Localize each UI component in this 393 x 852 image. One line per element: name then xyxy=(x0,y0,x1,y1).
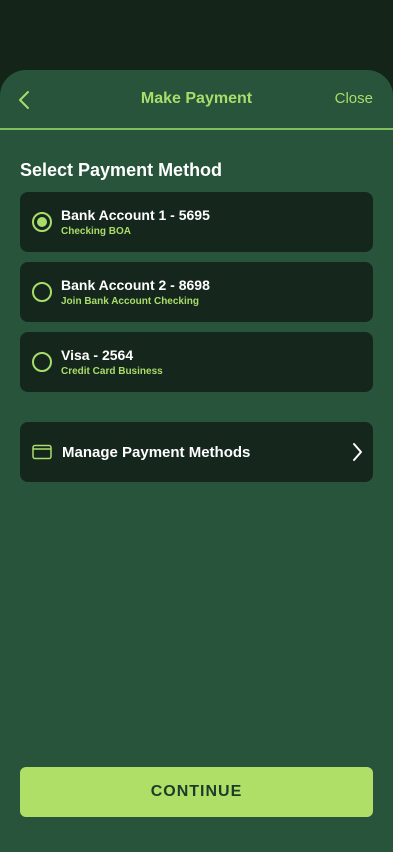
radio-button[interactable] xyxy=(32,352,52,372)
continue-button[interactable]: CONTINUE xyxy=(20,767,373,817)
close-button[interactable]: Close xyxy=(335,90,373,107)
wallet-icon xyxy=(32,444,52,460)
payment-method-card-2[interactable]: Bank Account 2 - 8698 Join Bank Account … xyxy=(20,262,373,322)
method-subtitle: Credit Card Business xyxy=(61,366,163,377)
method-title: Bank Account 2 - 8698 xyxy=(61,277,210,293)
method-title: Visa - 2564 xyxy=(61,347,134,363)
chevron-right-icon xyxy=(353,443,362,461)
radio-button[interactable] xyxy=(32,282,52,302)
section-title: Select Payment Method xyxy=(20,160,223,180)
back-button[interactable] xyxy=(12,86,36,114)
method-subtitle: Checking BOA xyxy=(61,226,132,237)
continue-label: CONTINUE xyxy=(150,783,243,800)
payment-method-card-3[interactable]: Visa - 2564 Credit Card Business xyxy=(20,332,373,392)
sheet-header: Make Payment Close xyxy=(0,70,393,130)
payment-sheet: Make Payment Close Select Payment Method… xyxy=(0,70,393,852)
payment-method-card-1[interactable]: Bank Account 1 - 5695 Checking BOA xyxy=(20,192,373,252)
method-title: Bank Account 1 - 5695 xyxy=(61,207,210,223)
radio-button-selected[interactable] xyxy=(32,212,52,232)
radio-dot xyxy=(37,217,47,227)
manage-payment-methods-button[interactable]: Manage Payment Methods xyxy=(20,422,373,482)
method-subtitle: Join Bank Account Checking xyxy=(61,296,199,307)
chevron-left-icon xyxy=(19,91,29,109)
manage-payment-methods-label: Manage Payment Methods xyxy=(62,444,251,461)
